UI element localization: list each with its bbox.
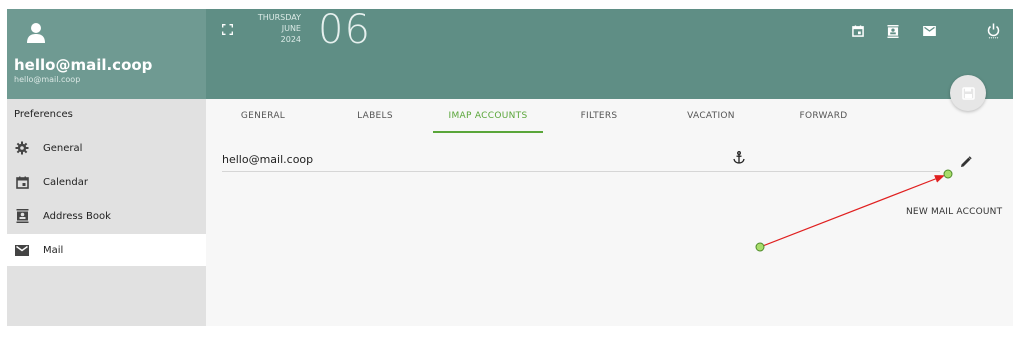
sidebar-item-calendar[interactable]: Calendar (7, 166, 206, 198)
sidebar: hello@mail.coop hello@mail.coop Preferen… (7, 9, 206, 326)
power-icon[interactable] (986, 23, 1000, 39)
preferences-title: Preferences (14, 109, 73, 120)
gear-icon (15, 141, 29, 155)
tab-labels[interactable]: LABELS (340, 99, 410, 132)
calendar-icon (15, 175, 29, 189)
user-icon (27, 23, 45, 43)
account-header: hello@mail.coop hello@mail.coop (7, 9, 206, 99)
expand-icon[interactable] (222, 24, 233, 35)
sidebar-item-label: Mail (43, 244, 64, 256)
day-number: 06 (318, 9, 371, 53)
year: 2024 (280, 35, 301, 44)
mail-icon (15, 243, 29, 257)
preferences-tabs: GENERAL LABELS IMAP ACCOUNTS FILTERS VAC… (206, 99, 1013, 133)
sidebar-item-mail[interactable]: Mail (7, 234, 206, 266)
save-button[interactable] (950, 75, 986, 111)
account-email: hello@mail.coop (14, 75, 81, 84)
account-name: hello@mail.coop (14, 56, 153, 74)
tab-forward[interactable]: FORWARD (786, 99, 861, 132)
mail-icon[interactable] (922, 24, 936, 38)
date-block: THURSDAY JUNE 2024 (253, 12, 301, 45)
imap-account-label: hello@mail.coop (222, 153, 314, 166)
calendar-icon[interactable] (851, 24, 865, 38)
save-icon (961, 86, 975, 100)
address-book-icon[interactable] (886, 24, 900, 38)
sidebar-item-address-book[interactable]: Address Book (7, 200, 206, 232)
tab-vacation[interactable]: VACATION (671, 99, 751, 132)
address-book-icon (15, 209, 29, 223)
new-mail-account-button[interactable]: NEW MAIL ACCOUNT (906, 207, 1002, 217)
weekday: THURSDAY (257, 13, 301, 22)
imap-account-row[interactable]: hello@mail.coop (222, 150, 940, 172)
sidebar-item-label: Address Book (43, 210, 111, 222)
tab-filters[interactable]: FILTERS (564, 99, 634, 132)
tab-general[interactable]: GENERAL (223, 99, 303, 132)
sidebar-item-label: General (43, 142, 83, 154)
date-header: THURSDAY JUNE 2024 06 (206, 9, 1013, 99)
sidebar-item-general[interactable]: General (7, 132, 206, 164)
tab-imap-accounts[interactable]: IMAP ACCOUNTS (433, 99, 543, 133)
anchor-icon[interactable] (733, 151, 745, 164)
month: JUNE (281, 24, 301, 33)
edit-icon[interactable] (960, 156, 972, 168)
sidebar-item-label: Calendar (43, 176, 88, 188)
